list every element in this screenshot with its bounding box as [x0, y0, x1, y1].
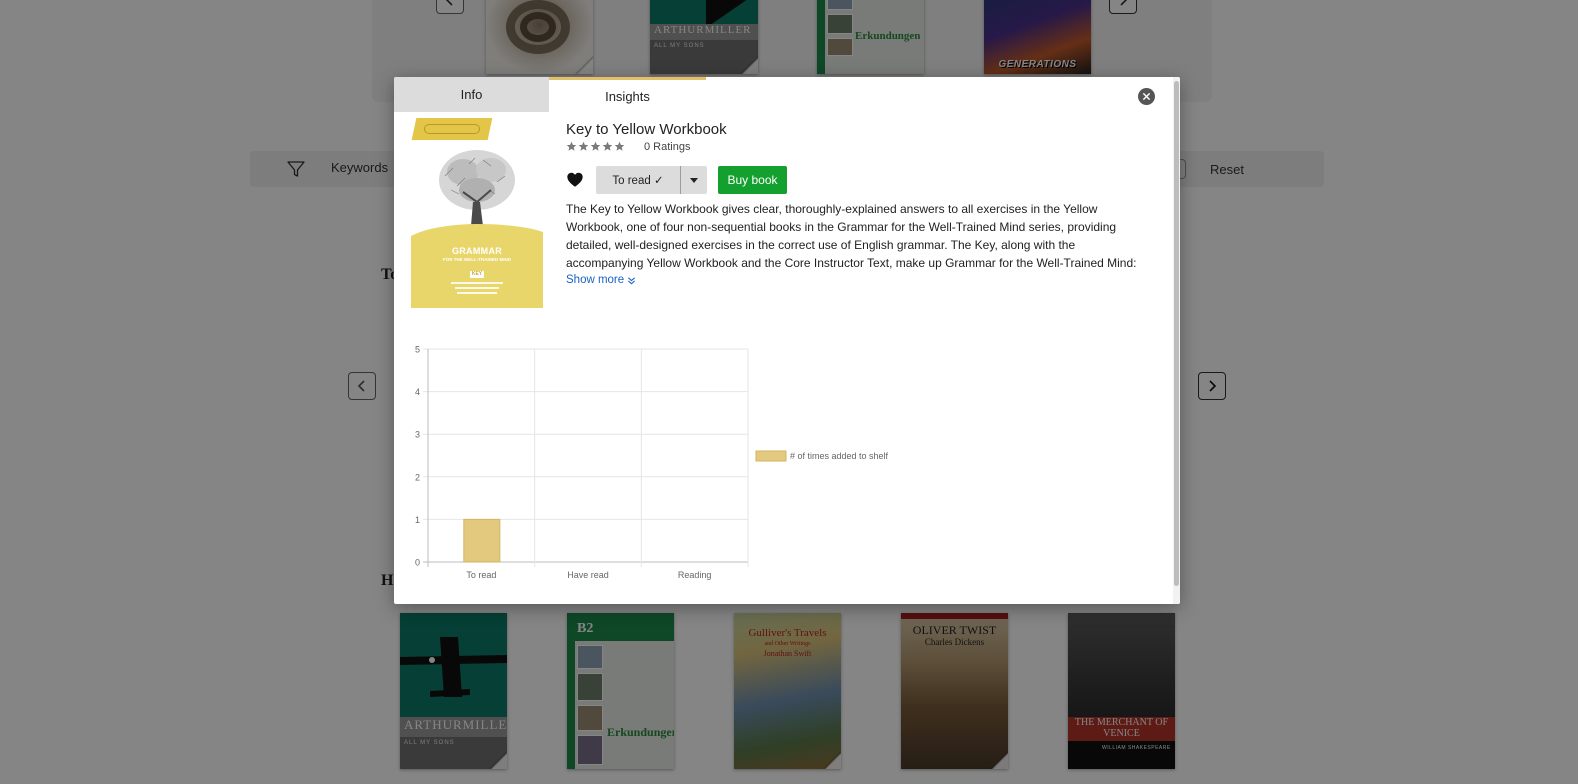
y-tick-label: 3: [415, 430, 420, 440]
shelf-status-button[interactable]: To read ✓: [596, 166, 680, 194]
cover-fine-print: [455, 287, 499, 289]
shelf-dropdown-toggle[interactable]: [681, 166, 707, 194]
tab-insights[interactable]: Insights: [549, 77, 706, 112]
y-tick-label: 2: [415, 472, 420, 482]
y-tick-label: 5: [415, 345, 420, 355]
star-icon[interactable]: [614, 141, 625, 152]
show-more-link[interactable]: Show more: [566, 274, 636, 286]
close-icon: [1142, 92, 1151, 101]
cover-title: GRAMMAR: [451, 246, 503, 256]
modal-scrollbar-thumb[interactable]: [1174, 81, 1179, 586]
book-cover-image: GRAMMAR FOR THE WELL-TRAINED MIND KEY: [411, 116, 543, 308]
star-icon[interactable]: [602, 141, 613, 152]
favorite-heart-icon[interactable]: [566, 171, 584, 189]
legend-swatch: [755, 450, 787, 462]
y-tick-label: 1: [415, 515, 420, 525]
legend-label: # of times added to shelf: [790, 451, 889, 461]
book-title: Key to Yellow Workbook: [566, 121, 727, 138]
cover-fine-print: [457, 292, 497, 294]
book-description: The Key to Yellow Workbook gives clear, …: [566, 202, 1137, 270]
x-tick-label: Have read: [567, 570, 609, 580]
shelf-insights-chart: 0 1 2 3 4 5 To read Have read Reading # of times …: [415, 345, 889, 581]
show-more-label: Show more: [566, 274, 625, 286]
y-tick-label: 4: [415, 387, 420, 397]
buy-book-button[interactable]: Buy book: [718, 166, 787, 194]
cover-subtitle: FOR THE WELL-TRAINED MIND: [443, 257, 511, 262]
series-label: [411, 118, 493, 140]
x-tick-label: Reading: [678, 570, 712, 580]
tab-info[interactable]: Info: [394, 77, 549, 112]
book-details-modal: Info Insights GRAMMAR FOR THE WELL-TRAIN…: [394, 77, 1180, 604]
cover-fine-print: [451, 282, 503, 284]
star-icon[interactable]: [590, 141, 601, 152]
ratings-count: 0 Ratings: [644, 141, 691, 153]
close-modal-button[interactable]: [1138, 88, 1155, 105]
y-tick-label: 0: [415, 558, 420, 568]
star-rating[interactable]: [566, 141, 625, 152]
cover-edition-badge: KEY: [470, 271, 484, 278]
double-chevron-down-icon: [628, 276, 636, 284]
x-tick-label: To read: [466, 570, 496, 580]
star-icon[interactable]: [566, 141, 577, 152]
star-icon[interactable]: [578, 141, 589, 152]
chart-bar: [463, 518, 501, 563]
caret-down-icon: [690, 178, 698, 183]
